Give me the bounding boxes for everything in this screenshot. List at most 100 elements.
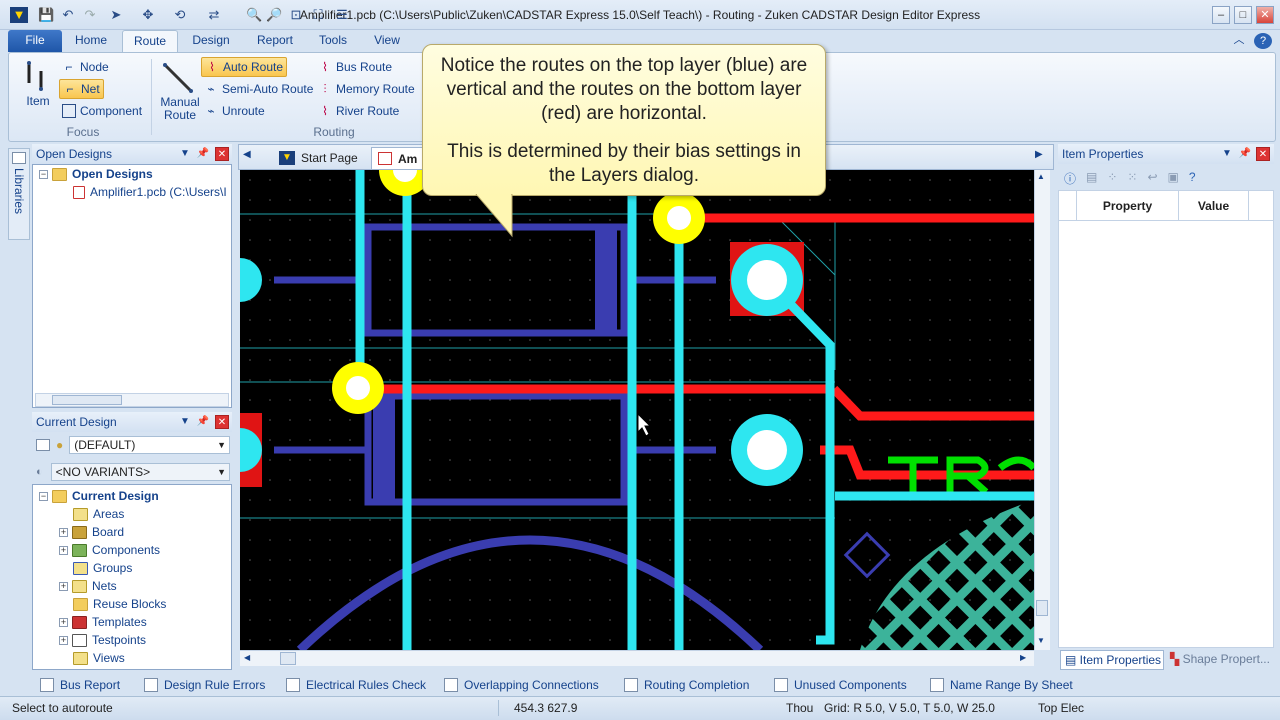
minimize-button[interactable]: – bbox=[1212, 6, 1230, 24]
mirror-icon[interactable]: ⇄ bbox=[206, 7, 222, 23]
help-icon[interactable]: ? bbox=[1254, 33, 1272, 49]
zoom-in-icon[interactable]: 🔍 bbox=[246, 7, 262, 23]
pin-icon[interactable]: 📌 bbox=[196, 415, 210, 429]
tab-overlapping-connections[interactable]: Overlapping Connections bbox=[444, 674, 599, 696]
tab-file[interactable]: File bbox=[8, 30, 62, 52]
rotate-icon[interactable]: ⟲ bbox=[172, 7, 188, 23]
libraries-side-tab[interactable]: Libraries bbox=[8, 148, 30, 240]
expand-icon[interactable]: + bbox=[59, 545, 68, 555]
redo-icon[interactable]: ↷ bbox=[82, 7, 98, 23]
maximize-button[interactable]: □ bbox=[1234, 6, 1252, 24]
scroll-up-icon[interactable]: ▲ bbox=[1037, 172, 1045, 181]
scroll-thumb[interactable] bbox=[1036, 600, 1048, 616]
bus-route-button[interactable]: ⌇ Bus Route bbox=[315, 57, 395, 77]
app-icon[interactable]: ▼ bbox=[10, 7, 28, 23]
tab-tools[interactable]: Tools bbox=[312, 30, 354, 52]
scroll-left-icon[interactable]: ◀ bbox=[244, 653, 250, 662]
pin-icon[interactable]: 📌 bbox=[1238, 147, 1252, 161]
collapse-ribbon-icon[interactable]: ︿ bbox=[1230, 30, 1248, 52]
panel-close-icon[interactable]: ✕ bbox=[215, 415, 229, 429]
node-button[interactable]: ⌐ Node bbox=[59, 57, 112, 77]
expand-icon[interactable]: + bbox=[59, 581, 68, 591]
pin-icon[interactable]: 📌 bbox=[196, 147, 210, 161]
pcb-canvas[interactable] bbox=[240, 170, 1034, 650]
design-file-item[interactable]: Amplifier1.pcb (C:\Users\I bbox=[33, 183, 231, 201]
item-button[interactable]: Item bbox=[21, 59, 55, 111]
river-route-button[interactable]: ⌇ River Route bbox=[315, 101, 402, 121]
tree-item-reuse-blocks[interactable]: Reuse Blocks bbox=[33, 595, 231, 613]
group-icon[interactable]: ⁘ bbox=[1107, 170, 1117, 187]
vertical-scrollbar[interactable]: ▲ ▼ bbox=[1034, 170, 1050, 650]
tab-design-rule-errors[interactable]: Design Rule Errors bbox=[144, 674, 265, 696]
zoom-all-icon[interactable]: ⛶ bbox=[310, 7, 326, 23]
tree-root[interactable]: − Open Designs bbox=[33, 165, 231, 183]
move-icon[interactable]: ✥ bbox=[140, 7, 156, 23]
component-button[interactable]: Component bbox=[59, 101, 145, 121]
tab-home[interactable]: Home bbox=[68, 30, 114, 52]
list-icon[interactable]: ☰ bbox=[334, 7, 350, 23]
collapse-icon[interactable]: − bbox=[39, 491, 48, 501]
info-icon[interactable]: ⓘ bbox=[1064, 170, 1076, 187]
collapse-icon[interactable]: − bbox=[39, 169, 48, 179]
tab-item-properties[interactable]: ▤ Item Properties bbox=[1060, 650, 1164, 670]
properties-filter-icon[interactable]: ▤ bbox=[1086, 170, 1097, 187]
scroll-tabs-left-icon[interactable]: ◀ bbox=[243, 149, 251, 160]
horizontal-scrollbar[interactable] bbox=[35, 393, 229, 407]
panel-close-icon[interactable]: ✕ bbox=[215, 147, 229, 161]
tree-item-views[interactable]: Views bbox=[33, 649, 231, 667]
undo-properties-icon[interactable]: ↩ bbox=[1147, 170, 1157, 187]
tab-name-range-by-sheet[interactable]: Name Range By Sheet bbox=[930, 674, 1073, 696]
scroll-thumb[interactable] bbox=[280, 652, 296, 665]
net-button[interactable]: ⌐ Net bbox=[59, 79, 104, 99]
semi-auto-route-button[interactable]: ⌁ Semi-Auto Route bbox=[201, 79, 316, 99]
tab-view[interactable]: View bbox=[368, 30, 406, 52]
zoom-out-icon[interactable]: 🔎 bbox=[266, 7, 282, 23]
manual-route-button[interactable]: Manual Route bbox=[157, 59, 203, 122]
no-variants-dropdown[interactable]: <NO VARIANTS> ▼ bbox=[50, 463, 230, 481]
help-icon[interactable]: ? bbox=[1189, 170, 1196, 187]
tab-unused-components[interactable]: Unused Components bbox=[774, 674, 907, 696]
scroll-right-icon[interactable]: ▶ bbox=[1020, 653, 1026, 662]
tree-item-nets[interactable]: + Nets bbox=[33, 577, 231, 595]
ungroup-icon[interactable]: ⁙ bbox=[1127, 170, 1137, 187]
select-pointer-icon[interactable]: ➤ bbox=[108, 7, 124, 23]
tab-start-page[interactable]: ▼ Start Page bbox=[279, 149, 358, 167]
tree-item-board[interactable]: + Board bbox=[33, 523, 231, 541]
tree-item-templates[interactable]: + Templates bbox=[33, 613, 231, 631]
property-column-header[interactable]: Property bbox=[1077, 191, 1179, 220]
copy-icon[interactable]: ▣ bbox=[1168, 170, 1179, 187]
tab-design[interactable]: Design bbox=[186, 30, 236, 52]
close-button[interactable]: ✕ bbox=[1256, 6, 1274, 24]
zoom-window-icon[interactable]: ⊡ bbox=[288, 7, 304, 23]
tree-item-areas[interactable]: Areas bbox=[33, 505, 231, 523]
auto-route-button[interactable]: ⌇ Auto Route bbox=[201, 57, 288, 77]
panel-close-icon[interactable]: ✕ bbox=[1256, 147, 1270, 161]
expand-icon[interactable]: + bbox=[59, 635, 68, 645]
panel-menu-icon[interactable]: ▼ bbox=[178, 147, 192, 161]
expand-icon[interactable]: + bbox=[59, 617, 68, 627]
panel-menu-icon[interactable]: ▼ bbox=[178, 415, 192, 429]
tab-bus-report[interactable]: Bus Report bbox=[40, 674, 120, 696]
unroute-button[interactable]: ⌁ Unroute bbox=[201, 101, 268, 121]
tree-item-testpoints[interactable]: + Testpoints bbox=[33, 631, 231, 649]
scroll-down-icon[interactable]: ▼ bbox=[1037, 636, 1045, 645]
value-column-header[interactable]: Value bbox=[1179, 191, 1249, 220]
memory-route-button[interactable]: ⫶ Memory Route bbox=[315, 79, 418, 99]
horizontal-scrollbar[interactable]: ◀ ▶ bbox=[240, 650, 1034, 666]
tab-report[interactable]: Report bbox=[250, 30, 300, 52]
pcb-drawing[interactable] bbox=[240, 170, 1034, 650]
expand-icon[interactable]: + bbox=[59, 527, 68, 537]
undo-icon[interactable]: ↶ bbox=[60, 7, 76, 23]
tab-routing-completion[interactable]: Routing Completion bbox=[624, 674, 749, 696]
variant-dropdown[interactable]: (DEFAULT) ▼ bbox=[69, 436, 230, 454]
tab-shape-properties[interactable]: ▚ Shape Propert... bbox=[1166, 650, 1270, 670]
tree-item-components[interactable]: + Components bbox=[33, 541, 231, 559]
tab-route[interactable]: Route bbox=[122, 30, 178, 52]
scroll-thumb[interactable] bbox=[52, 395, 122, 405]
tab-electrical-rules-check[interactable]: Electrical Rules Check bbox=[286, 674, 426, 696]
save-icon[interactable]: 💾 bbox=[38, 7, 54, 23]
scroll-tabs-right-icon[interactable]: ▶ bbox=[1035, 149, 1043, 160]
tree-root[interactable]: − Current Design bbox=[33, 487, 231, 505]
panel-menu-icon[interactable]: ▼ bbox=[1220, 147, 1234, 161]
tree-item-groups[interactable]: Groups bbox=[33, 559, 231, 577]
